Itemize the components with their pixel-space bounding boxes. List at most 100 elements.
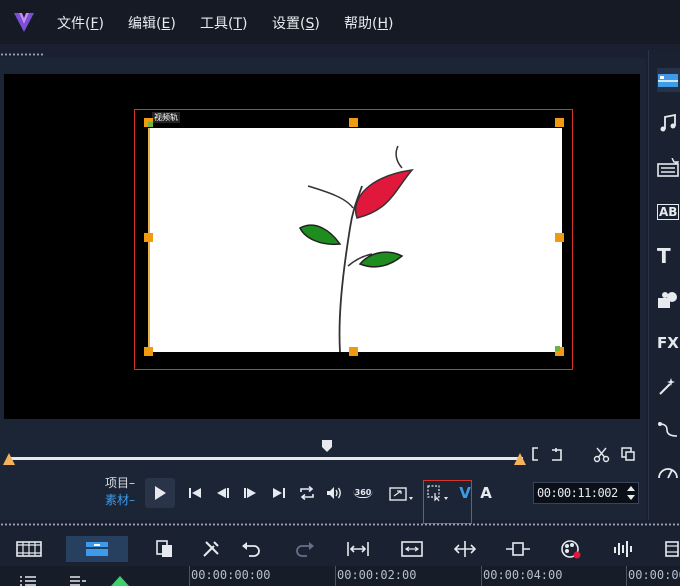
library-tab-speed[interactable] bbox=[657, 460, 680, 484]
audio-track-toggle[interactable]: A bbox=[478, 478, 494, 508]
aspect-ratio-button[interactable] bbox=[386, 478, 416, 508]
repeat-icon bbox=[300, 486, 314, 500]
resize-track-button[interactable] bbox=[398, 536, 426, 562]
volume-icon bbox=[327, 487, 341, 499]
split-clip-icon[interactable] bbox=[593, 446, 610, 463]
graphics-icon bbox=[658, 292, 677, 308]
resize-handle-l[interactable] bbox=[144, 233, 153, 242]
ruler-mark bbox=[335, 566, 336, 586]
menu-help[interactable]: 帮助(H) bbox=[344, 13, 393, 33]
corner-point-br[interactable] bbox=[555, 346, 560, 351]
ruler-tick-label: 00:00:04:00 bbox=[483, 568, 563, 582]
skip-end-icon bbox=[273, 488, 285, 498]
play-button[interactable] bbox=[145, 478, 175, 508]
mark-in-bracket-icon[interactable] bbox=[528, 446, 544, 462]
resize-handle-r[interactable] bbox=[555, 233, 564, 242]
mode-clip[interactable]: 素材– bbox=[105, 492, 135, 509]
timeline-view-button[interactable] bbox=[66, 536, 128, 562]
split-arrows-icon bbox=[453, 541, 477, 557]
mark-out-bracket-icon[interactable] bbox=[548, 446, 566, 462]
mark-out-icon[interactable] bbox=[514, 453, 526, 465]
selection-frame[interactable] bbox=[134, 109, 573, 370]
menu-settings[interactable]: 设置(S) bbox=[272, 13, 320, 33]
speed-icon bbox=[658, 468, 678, 479]
expand-clip-icon bbox=[506, 542, 530, 556]
resize-handle-tr[interactable] bbox=[555, 118, 564, 127]
split-track-button[interactable] bbox=[451, 536, 479, 562]
repeat-button[interactable] bbox=[296, 478, 318, 508]
tools-button[interactable] bbox=[199, 536, 223, 562]
overlay-icon bbox=[659, 378, 675, 395]
filmstrip-icon bbox=[665, 541, 679, 557]
instant-project-icon bbox=[657, 158, 679, 177]
volume-button[interactable] bbox=[324, 478, 346, 508]
title-icon: T bbox=[657, 244, 671, 268]
audio-mixer-button[interactable] bbox=[610, 536, 636, 562]
timeline-splitter[interactable] bbox=[0, 523, 680, 526]
copy-button[interactable] bbox=[153, 536, 177, 562]
go-to-start-button[interactable] bbox=[185, 478, 205, 508]
track-label: 视频轨 bbox=[152, 112, 180, 123]
expand-clip-button[interactable] bbox=[504, 536, 532, 562]
resize-handle-b[interactable] bbox=[349, 347, 358, 356]
media-icon bbox=[658, 74, 678, 87]
play-icon bbox=[155, 486, 166, 500]
ruler-mark bbox=[626, 566, 627, 586]
marker-add-icon[interactable] bbox=[110, 576, 130, 586]
menu-file[interactable]: 文件(F) bbox=[57, 13, 104, 33]
fit-timeline-button[interactable] bbox=[344, 536, 372, 562]
library-tab-media[interactable] bbox=[657, 68, 680, 92]
library-tab-transition[interactable]: AB bbox=[657, 200, 680, 224]
skip-start-icon bbox=[189, 488, 201, 498]
library-tab-overlay[interactable] bbox=[657, 374, 680, 398]
resize-handle-t[interactable] bbox=[349, 118, 358, 127]
record-button[interactable] bbox=[558, 536, 584, 562]
library-tab-title[interactable]: T bbox=[657, 244, 680, 268]
undo-button[interactable] bbox=[239, 536, 263, 562]
ruler-mark bbox=[481, 566, 482, 586]
go-to-end-button[interactable] bbox=[269, 478, 289, 508]
fit-width-icon bbox=[347, 542, 369, 556]
aspect-ratio-icon bbox=[389, 487, 413, 501]
ruler-tick-label: 00:00:06 bbox=[628, 568, 680, 582]
audio-mixer-icon bbox=[614, 541, 632, 557]
copy-attributes-icon bbox=[156, 540, 172, 557]
previous-frame-button[interactable] bbox=[213, 478, 233, 508]
storyboard-icon bbox=[16, 541, 42, 557]
corner-point-tl[interactable] bbox=[148, 122, 153, 127]
mode-project[interactable]: 项目– bbox=[105, 475, 135, 492]
mode-switch[interactable]: 项目– 素材– bbox=[105, 475, 135, 509]
audio-note-icon bbox=[660, 114, 676, 132]
ruler-mark bbox=[189, 566, 190, 586]
scrubber-thumb[interactable] bbox=[321, 439, 333, 453]
library-tab-instant-project[interactable] bbox=[657, 156, 680, 180]
enlarge-preview-icon[interactable] bbox=[620, 446, 636, 462]
menu-bar: 文件(F) 编辑(E) 工具(T) 设置(S) 帮助(H) bbox=[0, 0, 680, 44]
mark-in-icon[interactable] bbox=[3, 453, 15, 465]
track-manager-icon[interactable] bbox=[18, 575, 38, 586]
timecode-stepper-icon[interactable] bbox=[625, 483, 637, 503]
resize-handle-bl[interactable] bbox=[144, 347, 153, 356]
library-tab-graphics[interactable] bbox=[657, 288, 680, 312]
redo-button[interactable] bbox=[293, 536, 317, 562]
library-tab-audio[interactable] bbox=[657, 112, 680, 136]
track-size-icon bbox=[401, 541, 423, 557]
view-360-button[interactable]: 360 bbox=[351, 478, 375, 508]
tools-icon bbox=[203, 541, 219, 557]
storyboard-view-button[interactable] bbox=[14, 536, 44, 562]
chapter-menu-icon[interactable] bbox=[68, 575, 88, 586]
scrub-bar[interactable] bbox=[8, 457, 523, 460]
next-frame-button[interactable] bbox=[240, 478, 260, 508]
menu-edit[interactable]: 编辑(E) bbox=[128, 13, 176, 33]
redo-icon bbox=[296, 542, 314, 557]
library-tab-path[interactable] bbox=[657, 418, 680, 442]
library-tab-filter[interactable]: FX bbox=[657, 331, 680, 355]
panel-grip[interactable] bbox=[0, 53, 44, 56]
filmstrip-button[interactable] bbox=[662, 536, 680, 562]
video-track-toggle[interactable]: V bbox=[457, 478, 473, 508]
menu-tools[interactable]: 工具(T) bbox=[200, 13, 248, 33]
prev-frame-icon bbox=[217, 488, 229, 498]
transition-icon: AB bbox=[657, 204, 680, 220]
path-icon bbox=[658, 422, 678, 437]
timecode-field[interactable]: 00:00:11:002 bbox=[533, 482, 639, 504]
